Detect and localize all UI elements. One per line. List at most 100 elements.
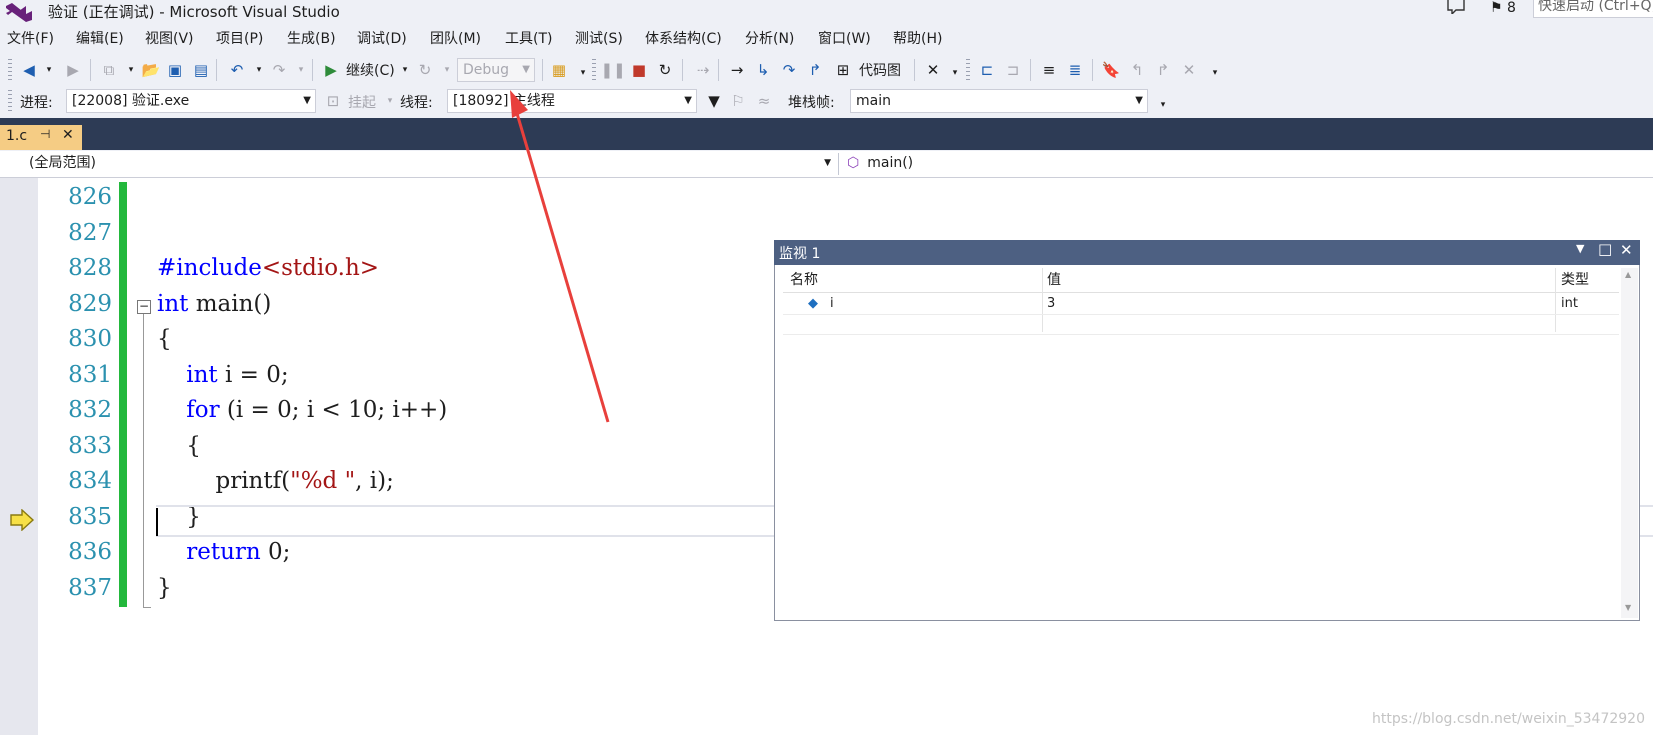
outline-line-end bbox=[143, 607, 151, 608]
indicator-margin[interactable] bbox=[0, 178, 38, 735]
watch-scrollbar[interactable]: ▲ ▼ bbox=[1621, 268, 1638, 618]
suspend-icon[interactable]: ⊡ bbox=[324, 92, 342, 110]
solution-configuration-select[interactable]: Debug ▼ bbox=[457, 58, 535, 82]
comment-icon[interactable]: ⊏ bbox=[978, 61, 996, 79]
stack-frame-select[interactable]: main ▼ bbox=[850, 89, 1148, 113]
toolbar-overflow-icon[interactable]: ▾ bbox=[946, 64, 964, 82]
previous-bookmark-icon[interactable]: ↰ bbox=[1128, 61, 1146, 79]
column-header-type[interactable]: 类型 bbox=[1561, 269, 1589, 291]
undo-icon[interactable]: ↶ bbox=[228, 61, 246, 79]
table-row[interactable] bbox=[783, 292, 1619, 315]
menu-team[interactable]: 团队(M) bbox=[430, 28, 481, 48]
feedback-icon[interactable] bbox=[1446, 0, 1466, 14]
watch-item-name[interactable]: i bbox=[830, 294, 834, 314]
code-line[interactable]: } bbox=[157, 575, 172, 601]
new-project-icon[interactable]: ⧉ bbox=[100, 61, 118, 79]
suspend-dropdown-icon[interactable]: ▾ bbox=[381, 92, 399, 110]
toolbar-grip[interactable] bbox=[8, 59, 12, 81]
next-bookmark-icon[interactable]: ↱ bbox=[1154, 61, 1172, 79]
process-select[interactable]: [22008] 验证.exe ▼ bbox=[66, 89, 316, 113]
menu-file[interactable]: 文件(F) bbox=[7, 28, 54, 48]
navigate-forward-icon[interactable]: ▶ bbox=[64, 61, 82, 79]
find-in-files-icon[interactable]: ▦ bbox=[550, 61, 568, 79]
hex-display-icon[interactable]: ✕ bbox=[924, 61, 942, 79]
toggle-flagged-icon[interactable]: ≈ bbox=[755, 92, 773, 110]
window-menu-dropdown-icon[interactable]: ▼ bbox=[1576, 242, 1584, 255]
continue-play-icon[interactable]: ▶ bbox=[322, 61, 340, 79]
open-file-icon[interactable]: 📂 bbox=[142, 61, 161, 79]
notifications-badge[interactable]: ⚑ 8 bbox=[1490, 0, 1516, 16]
back-dropdown-icon[interactable]: ▾ bbox=[40, 61, 58, 79]
tab-1c[interactable]: 1.c ⊣ ✕ bbox=[0, 125, 82, 150]
continue-button[interactable]: 继续(C) bbox=[346, 60, 395, 80]
increase-indent-icon[interactable]: ≣ bbox=[1066, 61, 1084, 79]
step-over-icon[interactable]: ↷ bbox=[780, 61, 798, 79]
menu-help[interactable]: 帮助(H) bbox=[893, 28, 942, 48]
code-line[interactable]: return 0; bbox=[157, 539, 290, 565]
navigate-back-icon[interactable]: ◀ bbox=[20, 61, 38, 79]
menu-build[interactable]: 生成(B) bbox=[287, 28, 336, 48]
stop-debugging-icon[interactable]: ■ bbox=[630, 61, 648, 79]
quick-launch-input[interactable]: 快速启动 (Ctrl+Q) bbox=[1533, 0, 1653, 18]
show-next-statement-arrow-icon[interactable]: → bbox=[728, 61, 746, 79]
continue-dropdown-icon[interactable]: ▾ bbox=[396, 61, 414, 79]
uncomment-icon[interactable]: ⊐ bbox=[1004, 61, 1022, 79]
step-out-icon[interactable]: ↱ bbox=[806, 61, 824, 79]
code-line[interactable]: #include<stdio.h> bbox=[157, 255, 379, 281]
restart-debugging-icon[interactable]: ↻ bbox=[656, 61, 674, 79]
pin-icon[interactable]: ⊣ bbox=[40, 127, 50, 141]
column-header-name[interactable]: 名称 bbox=[790, 269, 818, 291]
menu-window[interactable]: 窗口(W) bbox=[818, 28, 871, 48]
close-icon[interactable]: ✕ bbox=[1620, 241, 1633, 259]
close-icon[interactable]: ✕ bbox=[62, 127, 74, 143]
redo-icon[interactable]: ↷ bbox=[270, 61, 288, 79]
toolbar-grip[interactable] bbox=[8, 90, 12, 112]
menu-test[interactable]: 测试(S) bbox=[575, 28, 623, 48]
code-line[interactable]: { bbox=[157, 433, 201, 459]
menu-analyze[interactable]: 分析(N) bbox=[745, 28, 794, 48]
redo-dropdown-icon[interactable]: ▾ bbox=[292, 61, 310, 79]
new-project-dropdown-icon[interactable]: ▾ bbox=[122, 61, 140, 79]
collapse-outline-icon[interactable]: − bbox=[137, 300, 151, 314]
restart-icon[interactable]: ↻ bbox=[416, 61, 434, 79]
flag-threads-icon[interactable]: ⚐ bbox=[729, 92, 747, 110]
toolbar-overflow-icon[interactable]: ▾ bbox=[1206, 64, 1224, 82]
toolbar-grip[interactable] bbox=[966, 59, 970, 81]
toolbar-grip[interactable] bbox=[592, 59, 596, 81]
column-header-value[interactable]: 值 bbox=[1047, 269, 1061, 291]
watch-window-title-bar[interactable]: 监视 1 ▼ □ ✕ bbox=[774, 240, 1640, 265]
code-line[interactable]: int main() bbox=[157, 291, 271, 317]
code-line[interactable]: printf("%d ", i); bbox=[157, 468, 393, 494]
clear-bookmarks-icon[interactable]: ✕ bbox=[1180, 61, 1198, 79]
menu-architecture[interactable]: 体系结构(C) bbox=[645, 28, 722, 48]
scroll-up-icon[interactable]: ▲ bbox=[1625, 270, 1631, 279]
maximize-icon[interactable]: □ bbox=[1598, 240, 1612, 258]
show-next-statement-icon[interactable]: ⇢ bbox=[694, 61, 712, 79]
watch-item-value[interactable]: 3 bbox=[1047, 294, 1055, 314]
code-line[interactable]: for (i = 0; i < 10; i++) bbox=[157, 397, 447, 423]
undo-dropdown-icon[interactable]: ▾ bbox=[250, 61, 268, 79]
bookmark-icon[interactable]: 🔖 bbox=[1102, 61, 1121, 79]
scroll-down-icon[interactable]: ▼ bbox=[1625, 603, 1631, 612]
step-into-icon[interactable]: ↳ bbox=[754, 61, 772, 79]
toolbar-overflow-icon[interactable]: ▾ bbox=[1154, 96, 1172, 114]
menu-tools[interactable]: 工具(T) bbox=[505, 28, 552, 48]
member-select[interactable]: ⬡ main() bbox=[842, 152, 1650, 176]
code-line[interactable]: { bbox=[157, 326, 172, 352]
restart-dropdown-icon[interactable]: ▾ bbox=[438, 61, 456, 79]
filter-icon[interactable]: ▼ bbox=[705, 92, 723, 110]
code-map-icon[interactable]: ⊞ bbox=[834, 61, 852, 79]
menu-debug[interactable]: 调试(D) bbox=[357, 28, 407, 48]
break-all-icon[interactable]: ❚❚ bbox=[600, 61, 625, 79]
decrease-indent-icon[interactable]: ≡ bbox=[1040, 61, 1058, 79]
menu-project[interactable]: 项目(P) bbox=[216, 28, 263, 48]
menu-view[interactable]: 视图(V) bbox=[145, 28, 194, 48]
suspend-button[interactable]: 挂起 bbox=[348, 92, 376, 112]
scope-select[interactable]: (全局范围) ▼ bbox=[2, 152, 835, 176]
save-all-icon[interactable]: ▤ bbox=[192, 61, 210, 79]
watch-empty-row[interactable] bbox=[783, 314, 1619, 335]
menu-edit[interactable]: 编辑(E) bbox=[76, 28, 124, 48]
save-icon[interactable]: ▣ bbox=[166, 61, 184, 79]
code-map-button[interactable]: 代码图 bbox=[859, 60, 901, 80]
code-line[interactable]: int i = 0; bbox=[157, 362, 288, 388]
